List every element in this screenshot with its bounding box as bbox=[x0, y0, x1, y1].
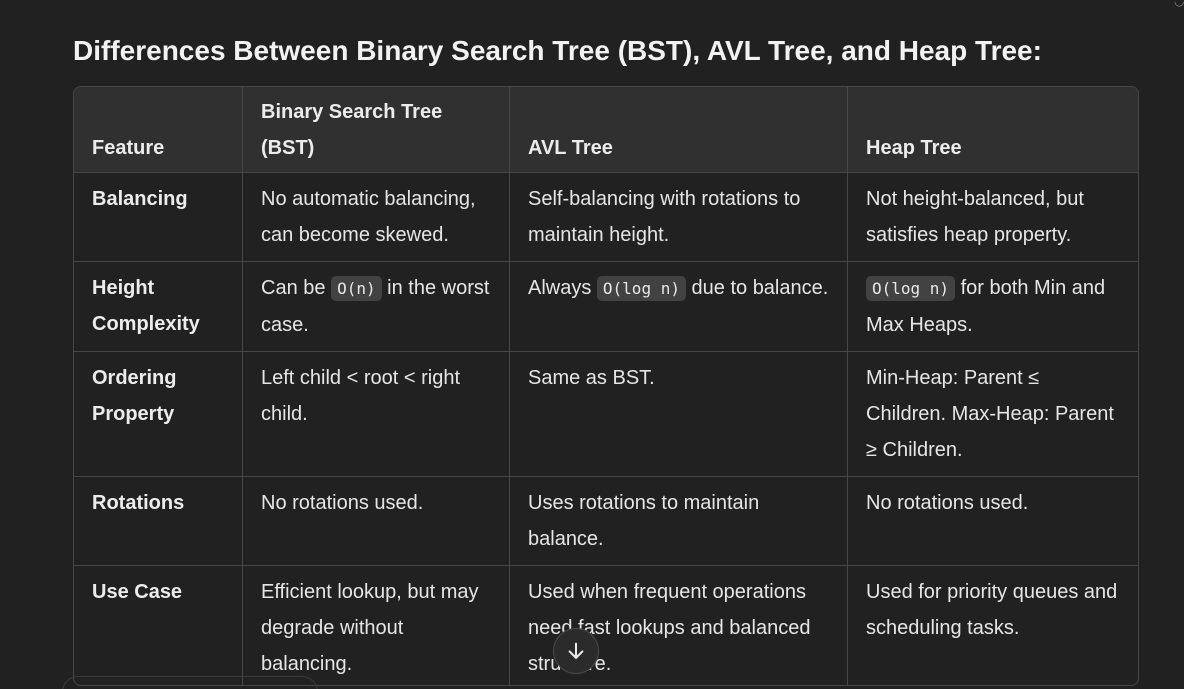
row-feature-rotations: Rotations bbox=[74, 476, 243, 566]
inline-code: O(n) bbox=[331, 276, 382, 301]
row-feature-balancing: Balancing bbox=[74, 172, 243, 262]
table-row: Rotations No rotations used. Uses rotati… bbox=[74, 476, 1138, 566]
header-feature: Feature bbox=[74, 87, 243, 173]
cell-text: due to balance. bbox=[685, 277, 829, 299]
section-heading: Differences Between Binary Search Tree (… bbox=[73, 35, 1042, 66]
header-bst: Binary Search Tree (BST) bbox=[242, 87, 510, 173]
cell-avl-balancing: Self-balancing with rotations to maintai… bbox=[509, 172, 848, 262]
table-row: Balancing No automatic balancing, can be… bbox=[74, 172, 1138, 262]
cell-bst-usecase: Efficient lookup, but may degrade withou… bbox=[242, 565, 510, 685]
header-bst-line1: Binary Search Tree bbox=[261, 101, 443, 123]
cell-heap-rotations: No rotations used. bbox=[847, 476, 1138, 566]
arrow-down-icon bbox=[568, 642, 584, 659]
table-row: Use Case Efficient lookup, but may degra… bbox=[74, 565, 1138, 685]
cell-bst-balancing: No automatic balancing, can become skewe… bbox=[242, 172, 510, 262]
row-feature-height: Height Complexity bbox=[74, 261, 243, 352]
cell-avl-ordering: Same as BST. bbox=[509, 351, 848, 477]
comparison-table-container: Feature Binary Search Tree (BST) AVL Tree… bbox=[73, 86, 1139, 686]
table-header-row: Feature Binary Search Tree (BST) AVL Tree… bbox=[74, 87, 1138, 173]
cell-bst-height: Can be O(n) in the worst case. bbox=[242, 261, 510, 352]
header-avl: AVL Tree bbox=[509, 87, 848, 173]
cell-bst-ordering: Left child < root < right child. bbox=[242, 351, 510, 477]
row-feature-usecase: Use Case bbox=[74, 565, 243, 685]
cell-text: Can be bbox=[261, 277, 332, 299]
scroll-to-bottom-button[interactable] bbox=[553, 628, 599, 674]
comparison-table: Feature Binary Search Tree (BST) AVL Tree… bbox=[74, 87, 1138, 685]
cell-heap-ordering: Min-Heap: Parent ≤ Children. Max-Heap: P… bbox=[847, 351, 1138, 477]
cell-bst-rotations: No rotations used. bbox=[242, 476, 510, 566]
cell-text: Always bbox=[528, 277, 597, 299]
header-bst-line2: (BST) bbox=[261, 137, 315, 159]
chat-page: ◡ Differences Between Binary Search Tree… bbox=[0, 0, 1184, 689]
cell-heap-balancing: Not height-balanced, but satisfies heap … bbox=[847, 172, 1138, 262]
cell-avl-rotations: Uses rotations to maintain balance. bbox=[509, 476, 848, 566]
cell-heap-usecase: Used for priority queues and scheduling … bbox=[847, 565, 1138, 685]
bottom-pill-button[interactable] bbox=[62, 676, 318, 689]
inline-code: O(log n) bbox=[866, 276, 956, 301]
header-heap: Heap Tree bbox=[847, 87, 1138, 173]
table-row: Height Complexity Can be O(n) in the wor… bbox=[74, 261, 1138, 352]
cell-heap-height: O(log n) for both Min and Max Heaps. bbox=[847, 261, 1138, 352]
inline-code: O(log n) bbox=[596, 276, 686, 301]
row-feature-ordering: Ordering Property bbox=[74, 351, 243, 477]
table-row: Ordering Property Left child < root < ri… bbox=[74, 351, 1138, 477]
corner-icon: ◡ bbox=[1174, 0, 1184, 8]
cell-avl-height: Always O(log n) due to balance. bbox=[509, 261, 848, 352]
